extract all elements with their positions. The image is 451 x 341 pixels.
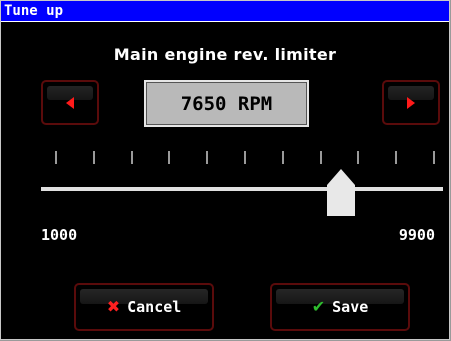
left-arrow-icon [66, 96, 74, 109]
save-button[interactable]: ✔ Save [270, 283, 410, 331]
increase-button[interactable] [382, 80, 440, 125]
slider-track[interactable] [41, 187, 443, 191]
setting-title: Main engine rev. limiter [113, 45, 337, 64]
slider-tick [395, 151, 397, 164]
cancel-button[interactable]: ✖ Cancel [74, 283, 214, 331]
slider-tick [433, 151, 435, 164]
slider-tick [282, 151, 284, 164]
slider-tick [320, 151, 322, 164]
x-icon: ✖ [106, 297, 121, 316]
slider-tick [55, 151, 57, 164]
cancel-label: Cancel [127, 298, 182, 316]
tune-up-window: Tune up Main engine rev. limiter 7650 RP… [0, 0, 450, 340]
slider-max-label: 9900 [398, 226, 435, 244]
slider-ticks [1, 151, 449, 167]
slider-tick [206, 151, 208, 164]
slider-tick [168, 151, 170, 164]
slider-tick [93, 151, 95, 164]
slider-thumb[interactable] [327, 169, 355, 216]
window-title: Tune up [4, 3, 64, 19]
decrease-button[interactable] [41, 80, 99, 125]
rpm-value-display: 7650 RPM [144, 80, 309, 127]
slider-tick [357, 151, 359, 164]
title-bar: Tune up [1, 1, 449, 22]
slider-min-label: 1000 [41, 226, 78, 244]
right-arrow-icon [407, 96, 415, 109]
save-label: Save [332, 298, 369, 316]
check-icon: ✔ [311, 297, 326, 316]
slider-tick [131, 151, 133, 164]
slider-tick [244, 151, 246, 164]
